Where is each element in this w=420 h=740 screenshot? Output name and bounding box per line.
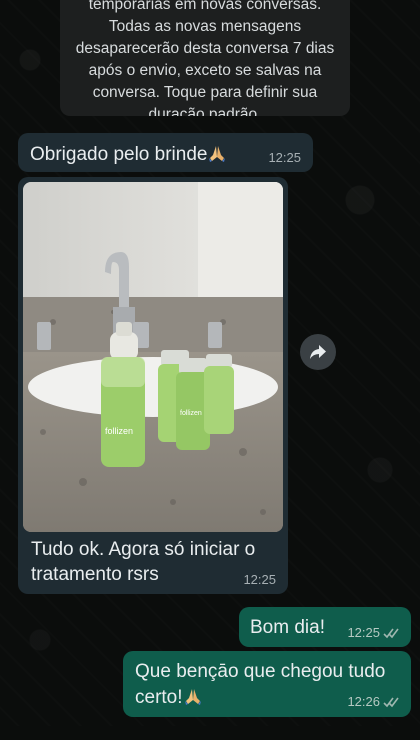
- message-time: 12:25: [243, 572, 276, 587]
- folded-hands-emoji: [209, 146, 226, 162]
- message-text: Obrigado pelo brinde: [30, 143, 227, 166]
- message-time: 12:25: [268, 150, 301, 165]
- message-time: 12:25: [347, 625, 380, 640]
- forward-button[interactable]: [300, 334, 336, 370]
- message-text: Bom dia!: [250, 617, 325, 638]
- disappearing-messages-notice[interactable]: temporárias em novas conversas. Todas as…: [60, 0, 350, 116]
- double-check-icon: [383, 628, 399, 638]
- bottom-edge: [0, 726, 420, 740]
- incoming-message[interactable]: Obrigado pelo brinde 12:25: [18, 133, 313, 172]
- folded-hands-emoji: [184, 689, 201, 705]
- incoming-photo-message[interactable]: follizen follizen Tudo ok. Agora só inic…: [18, 177, 288, 594]
- bottle-label: follizen: [105, 426, 133, 436]
- message-time: 12:26: [347, 694, 380, 709]
- photo-caption: Tudo ok. Agora só iniciar o tratamento r…: [31, 539, 256, 585]
- forward-arrow-icon: [310, 345, 326, 359]
- photo-image: follizen follizen: [23, 182, 283, 532]
- outgoing-message[interactable]: Bom dia! 12:25: [239, 607, 411, 647]
- bottle-label: follizen: [180, 410, 202, 417]
- product-photo[interactable]: follizen follizen: [23, 182, 283, 532]
- notice-text: temporárias em novas conversas. Todas as…: [75, 0, 335, 116]
- double-check-icon: [383, 697, 399, 707]
- message-meta: 12:26: [347, 694, 401, 709]
- outgoing-message[interactable]: Que bençāo que chegou tudo certo! 12:26: [123, 651, 411, 717]
- message-meta: 12:25: [347, 625, 401, 640]
